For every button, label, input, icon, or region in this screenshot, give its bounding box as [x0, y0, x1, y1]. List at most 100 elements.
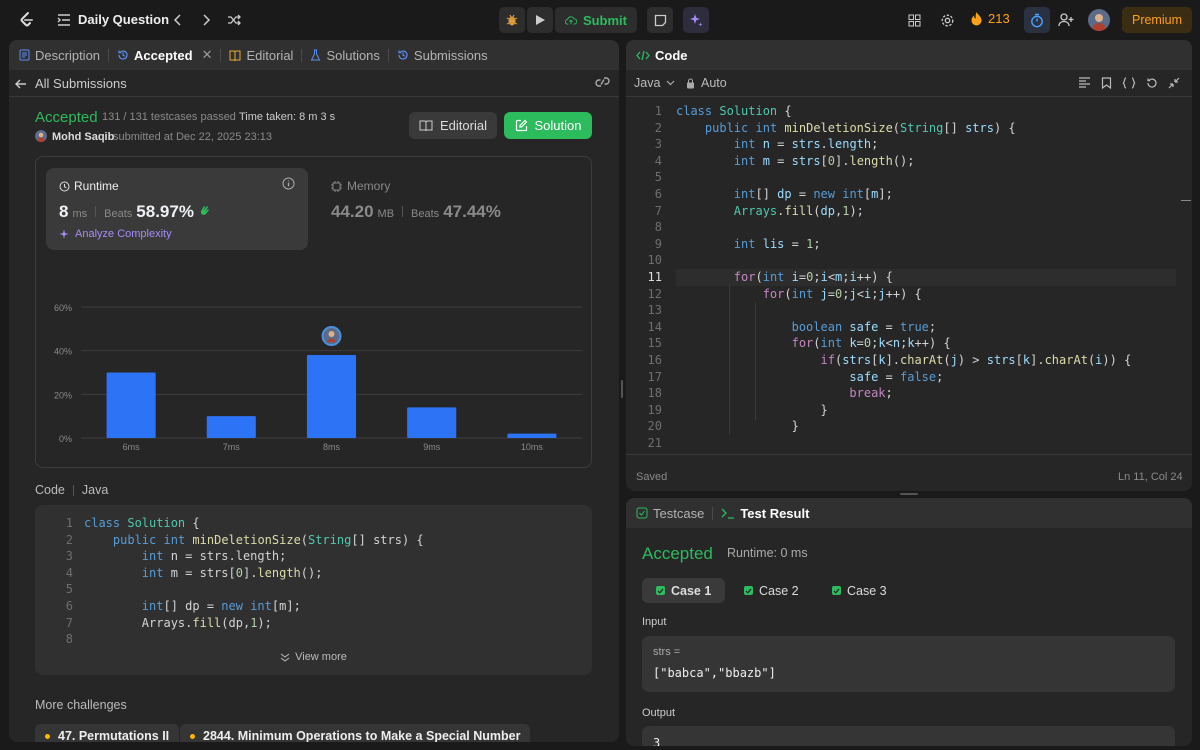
x-tick-label: 8ms: [323, 442, 341, 452]
testcase-tab-label: Testcase: [653, 505, 705, 521]
auto-label: Auto: [701, 76, 727, 90]
beats-label: Beats: [104, 208, 133, 220]
input-box[interactable]: strs = ["babca","bbazb"]: [642, 636, 1175, 692]
run-button[interactable]: [527, 7, 553, 33]
y-tick-label: 60%: [54, 303, 72, 313]
divider: [626, 454, 1192, 455]
analyze-complexity-link[interactable]: Analyze Complexity: [59, 228, 172, 240]
vertical-resize-handle[interactable]: [621, 380, 623, 398]
cursor-position: Ln 11, Col 24: [1118, 471, 1183, 483]
avatar-face: [328, 331, 335, 338]
input-variable: strs =: [653, 646, 681, 658]
notes-button[interactable]: [647, 7, 673, 33]
tab-submissions[interactable]: Submissions: [389, 40, 496, 70]
memory-card[interactable]: Memory: [331, 179, 390, 193]
tab-solutions[interactable]: Solutions: [302, 40, 387, 70]
tab-label: Editorial: [246, 47, 294, 63]
tab-accepted[interactable]: Accepted ✕: [109, 40, 220, 70]
debug-button[interactable]: [499, 7, 525, 33]
info-icon[interactable]: [282, 177, 295, 190]
braces-icon[interactable]: [1122, 77, 1136, 89]
submitted-at: submitted at Dec 22, 2025 23:13: [113, 131, 272, 143]
case-tab-3[interactable]: Case 3: [818, 578, 901, 603]
editorial-button[interactable]: Editorial: [409, 112, 497, 139]
divider: [95, 206, 97, 217]
language-select[interactable]: Java: [634, 76, 675, 90]
solution-button[interactable]: Solution: [504, 112, 592, 139]
bookmark-icon[interactable]: [1101, 77, 1112, 89]
bar[interactable]: [106, 372, 156, 439]
time-taken: Time taken: 8 m 3 s: [239, 111, 336, 123]
challenge-chip[interactable]: 47. Permutations II: [35, 724, 180, 742]
tab-label: Accepted: [134, 47, 193, 63]
bar[interactable]: [206, 416, 256, 438]
runtime-beats: 58.97%: [136, 202, 194, 221]
tab-code[interactable]: Code: [626, 40, 696, 70]
share-link-icon[interactable]: [595, 76, 610, 88]
view-more-button[interactable]: View more: [35, 651, 592, 663]
leetcode-logo-icon[interactable]: [17, 10, 37, 30]
reset-icon[interactable]: [1146, 77, 1158, 89]
y-tick-label: 20%: [54, 390, 72, 400]
challenge-chip[interactable]: 2844. Minimum Operations to Make a Speci…: [180, 724, 531, 742]
collapse-icon[interactable]: [1168, 77, 1180, 89]
bar[interactable]: [507, 433, 557, 438]
output-box[interactable]: 3: [642, 726, 1175, 746]
runtime-card[interactable]: Runtime 8 ms Beats 58.97% Analyze Comple…: [46, 168, 308, 250]
case-label: Case 2: [759, 583, 799, 598]
tab-test-result[interactable]: Test Result: [713, 498, 817, 528]
tab-description[interactable]: Description: [9, 40, 108, 70]
daily-question-title[interactable]: Daily Question: [78, 12, 169, 27]
timer-button[interactable]: [1024, 7, 1050, 33]
shuffle-icon[interactable]: [224, 10, 244, 30]
memory-beats: 47.44%: [443, 202, 501, 221]
case-tab-2[interactable]: Case 2: [730, 578, 813, 603]
code-text[interactable]: class Solution { public int minDeletionS…: [84, 515, 424, 648]
auto-mode-toggle[interactable]: Auto: [686, 76, 727, 90]
format-icon[interactable]: [1078, 77, 1091, 89]
tab-editorial[interactable]: Editorial: [221, 40, 301, 70]
chevron-left-icon[interactable]: [168, 10, 188, 30]
challenge-label: 47. Permutations II: [58, 729, 170, 742]
bar[interactable]: [306, 355, 357, 438]
runtime-label: Runtime: [74, 179, 119, 193]
runtime-distribution-chart[interactable]: 60%40%20%0%6ms7ms8ms9ms10ms6ms7ms8ms9ms1…: [35, 256, 592, 461]
ai-assistant-button[interactable]: [683, 7, 709, 33]
divider: [626, 96, 1192, 97]
chevrons-down-icon: [280, 653, 290, 662]
submit-button[interactable]: Submit: [555, 7, 637, 33]
chevron-right-icon[interactable]: [196, 10, 216, 30]
input-value: ["babca","bbazb"]: [653, 666, 776, 680]
clap-icon: [200, 206, 209, 215]
editor-code[interactable]: class Solution { public int minDeletionS…: [676, 103, 1131, 451]
sparkle-icon: [690, 14, 703, 27]
output-value: 3: [653, 736, 661, 746]
bug-icon: [506, 14, 518, 26]
tab-label: Solutions: [326, 47, 380, 63]
more-challenges-label: More challenges: [35, 698, 127, 712]
streak-counter[interactable]: 213: [970, 11, 1010, 26]
history-icon: [118, 50, 128, 60]
scrollbar-marker[interactable]: [1181, 200, 1191, 201]
problem-list-icon[interactable]: [54, 10, 74, 30]
add-friend-icon[interactable]: [1056, 10, 1076, 30]
user-name[interactable]: Mohd Saqib: [52, 131, 114, 143]
bar[interactable]: [407, 407, 457, 438]
premium-button[interactable]: Premium: [1122, 7, 1192, 33]
cloud-upload-icon: [565, 15, 577, 25]
submitted-code-block: 1 2 3 4 5 6 7 8 class Solution { public …: [35, 505, 592, 675]
layout-icon[interactable]: [904, 10, 924, 30]
gear-icon[interactable]: [937, 10, 957, 30]
code-section-header: Code Java: [35, 483, 108, 497]
clock-icon: [59, 181, 70, 191]
horizontal-resize-handle[interactable]: [900, 493, 918, 495]
close-icon[interactable]: ✕: [202, 47, 213, 63]
x-tick-label: 9ms: [423, 442, 441, 452]
tab-testcase[interactable]: Testcase: [626, 498, 712, 528]
language-label: Java: [634, 76, 661, 90]
case-tab-1[interactable]: Case 1: [642, 578, 726, 603]
back-link[interactable]: All Submissions: [15, 76, 127, 91]
terminal-icon: [721, 508, 735, 519]
avatar[interactable]: [1088, 9, 1110, 31]
submission-status: Accepted: [35, 109, 98, 126]
